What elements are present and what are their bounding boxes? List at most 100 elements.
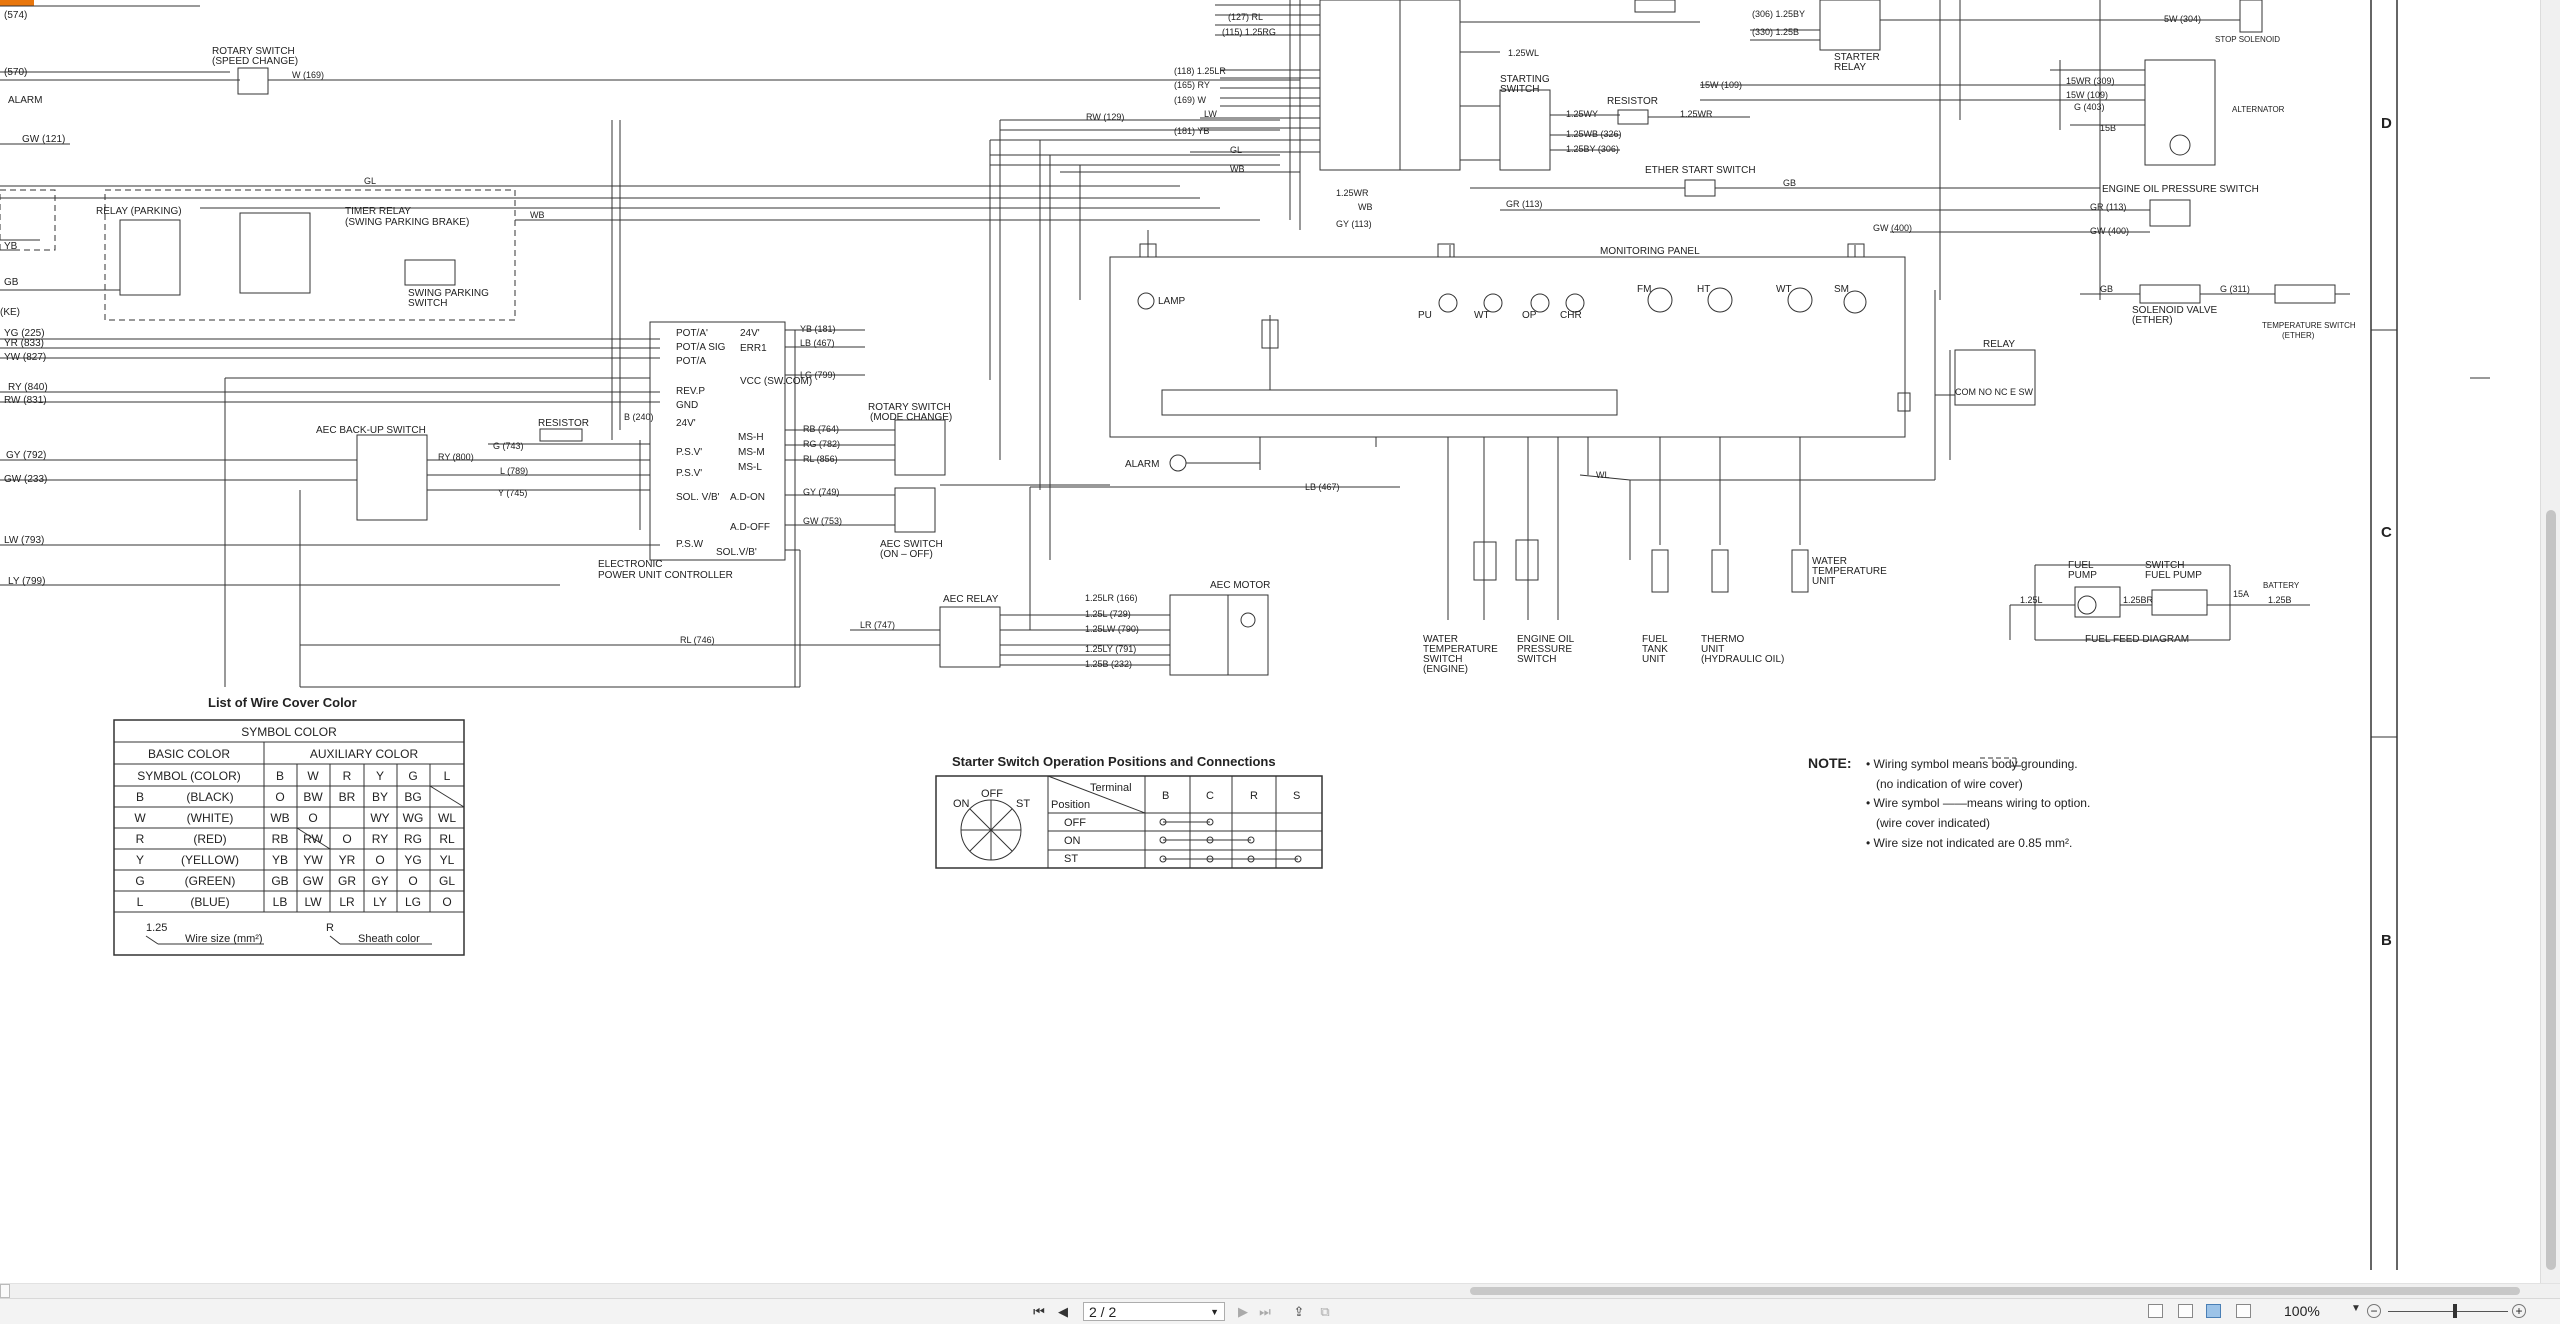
wire-label: 1.25L [2020, 595, 2043, 605]
controller-pins: POT/A' POT/A SIG POT/A REV.P GND 24V' P.… [676, 328, 812, 558]
table-cell: GY [371, 874, 388, 888]
label-resistor-top: RESISTOR [1607, 96, 1658, 107]
wire-label: RL (746) [680, 635, 715, 645]
table-cell: GW [303, 874, 324, 888]
facing-continuous-view-icon[interactable] [2236, 1304, 2251, 1318]
wire-label: (570) [4, 67, 27, 78]
zoom-out-icon[interactable]: − [2367, 1304, 2381, 1318]
wire-label: G (743) [493, 441, 524, 451]
wire-label: 1.25L (729) [1085, 609, 1131, 619]
wire-label: GL [364, 176, 376, 186]
controller-pin-left: P.S.V' [676, 447, 702, 458]
gauge-label: WT [1776, 284, 1792, 295]
wire-label: RY (800) [438, 452, 474, 462]
wire-label: YW (827) [4, 352, 46, 363]
wire-label: (165) RY [1174, 80, 1210, 90]
wire-label: GB [2100, 284, 2113, 294]
wire-label: WB [1230, 164, 1245, 174]
wire-label: (KE) [0, 307, 20, 318]
wire-label: (306) 1.25BY [1752, 9, 1805, 19]
facing-view-icon[interactable] [2206, 1304, 2221, 1318]
horizontal-scroll-thumb[interactable] [1470, 1287, 2520, 1295]
page-number-input[interactable]: 2 / 2 ▼ [1083, 1302, 1225, 1321]
zoom-dropdown-icon[interactable]: ▼ [2351, 1303, 2361, 1314]
starter-row: OFF [1064, 817, 1086, 829]
wire-label: YR (833) [4, 338, 44, 349]
wire-label: GR (113) [2090, 202, 2126, 212]
table-cell: B [276, 769, 284, 783]
label-aec-backup-switch: AEC BACK-UP SWITCH [316, 425, 426, 436]
chevron-down-icon[interactable]: ▼ [1210, 1307, 1219, 1317]
copy-icon[interactable]: ⧉ [1316, 1303, 1334, 1320]
table-cell: GL [439, 874, 455, 888]
table-cell: O [342, 832, 351, 846]
wire-label: 15B [2100, 123, 2116, 133]
label-engine-oil-ps-3: SWITCH [1517, 654, 1556, 665]
wire-label: 1.25LR (166) [1085, 593, 1138, 603]
starter-row: ST [1064, 853, 1078, 865]
table-cell: L [444, 769, 451, 783]
document-viewport[interactable]: D C B ROTARY SWITCH (SPEED CHANGE) ALARM… [0, 0, 2540, 1283]
controller-pin-right: MS-L [738, 462, 762, 473]
wire-label: 1.25LY (791) [1085, 644, 1136, 654]
page-number-value: 2 / 2 [1089, 1303, 1117, 1320]
single-page-view-icon[interactable] [2148, 1304, 2163, 1318]
starter-off-label: OFF [981, 788, 1003, 800]
wire-label: GW (233) [4, 474, 47, 485]
export-icon[interactable]: ⇪ [1290, 1303, 1308, 1320]
label-fuel-tank-3: UNIT [1642, 654, 1665, 665]
table-cell: W [307, 769, 319, 783]
zoom-in-icon[interactable]: + [2512, 1304, 2526, 1318]
wire-label: WB [530, 210, 545, 220]
wire-label: GL [1230, 145, 1242, 155]
label-relay-terms: COM NO NC E SW [1955, 387, 2034, 397]
table-cell: G [408, 769, 417, 783]
wire-label: YB [4, 241, 18, 252]
sheath-sample: R [326, 922, 334, 934]
status-bar: ⏮ ◀ 2 / 2 ▼ ▶ ⏭ ⇪ ⧉ 100% ▼ − + [0, 1298, 2560, 1324]
vertical-scrollbar[interactable] [2540, 0, 2560, 1283]
table-cell: BG [404, 790, 421, 804]
table-cell: YW [303, 853, 323, 867]
table-cell: (YELLOW) [181, 853, 239, 867]
next-page-icon[interactable]: ▶ [1234, 1303, 1252, 1320]
label-aec-switch-sub: (ON – OFF) [880, 549, 933, 560]
label-aec-relay: AEC RELAY [943, 594, 999, 605]
table-cell: WB [270, 811, 289, 825]
wire-label: B (240) [624, 412, 654, 422]
label-alarm-top: ALARM [8, 95, 42, 106]
controller-pin-left: GND [676, 400, 698, 411]
table-cell: BASIC COLOR [148, 747, 230, 761]
label-swing-parking-switch-sub: SWITCH [408, 298, 447, 309]
zoom-slider-thumb[interactable] [2453, 1304, 2457, 1318]
vertical-scroll-thumb[interactable] [2546, 510, 2556, 1270]
table-cell: O [308, 811, 317, 825]
wire-label: RY (840) [8, 382, 48, 393]
wire-label: LW (793) [4, 535, 44, 546]
scroll-left-button[interactable] [0, 1284, 10, 1298]
controller-pin-left: P.S.W [676, 539, 704, 550]
wire-label: (169) W [1174, 95, 1207, 105]
table-cell: O [408, 874, 417, 888]
wire-label: 1.25B (232) [1085, 659, 1132, 669]
starter-position-label: Position [1051, 799, 1090, 811]
horizontal-scrollbar[interactable] [0, 1283, 2560, 1298]
label-rotary-switch-mode-sub: (MODE CHANGE) [870, 412, 952, 423]
label-monitoring-panel: MONITORING PANEL [1600, 246, 1700, 257]
first-page-icon[interactable]: ⏮ [1030, 1303, 1048, 1320]
last-page-icon[interactable]: ⏭ [1256, 1303, 1274, 1320]
table-cell: O [375, 853, 384, 867]
table-cell: BR [339, 790, 356, 804]
continuous-view-icon[interactable] [2178, 1304, 2193, 1318]
table-cell: R [343, 769, 352, 783]
zoom-slider[interactable] [2388, 1311, 2508, 1312]
table-cell: O [275, 790, 284, 804]
label-aec-motor: AEC MOTOR [1210, 580, 1270, 591]
wire-label: GW (400) [2090, 226, 2129, 236]
starter-col: C [1206, 790, 1214, 802]
wire-size-text: Wire size (mm²) [185, 933, 263, 945]
table-cell: BW [303, 790, 323, 804]
previous-page-icon[interactable]: ◀ [1054, 1303, 1072, 1320]
table-cell: GR [338, 874, 356, 888]
zoom-level[interactable]: 100% [2284, 1303, 2320, 1319]
